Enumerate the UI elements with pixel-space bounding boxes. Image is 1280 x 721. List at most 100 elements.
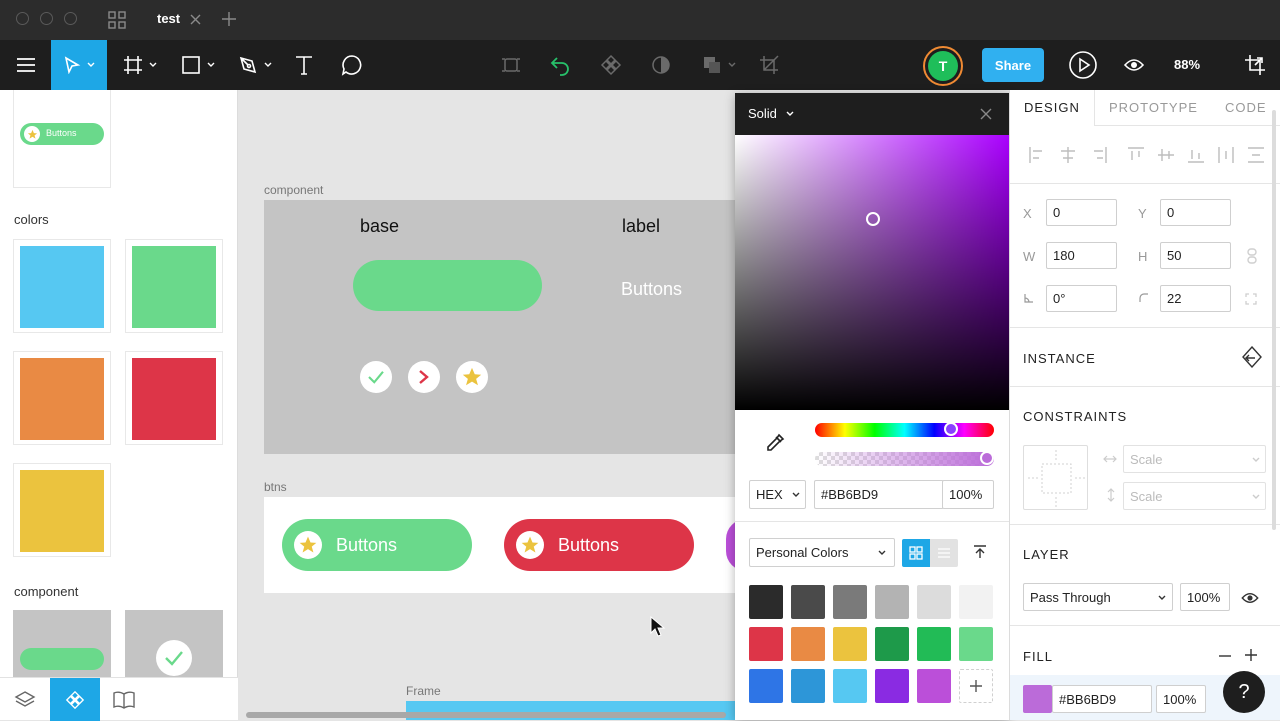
constrain-proportions-icon[interactable] [1247,248,1257,264]
rotation-input[interactable]: 0° [1046,285,1117,312]
add-color-icon[interactable] [959,669,993,703]
palette-swatch[interactable] [833,627,867,661]
palette-swatch[interactable] [959,585,993,619]
assets-tab-icon[interactable] [50,678,100,721]
component-asset-check[interactable] [125,610,223,680]
tab-code[interactable]: CODE [1225,100,1267,115]
palette-swatch[interactable] [749,669,783,703]
frame-label[interactable]: Frame [406,684,441,698]
width-input[interactable]: 180 [1046,242,1117,269]
palette-swatch[interactable] [917,669,951,703]
close-tab-icon[interactable] [190,14,201,25]
color-asset-yellow[interactable] [13,463,111,557]
palette-swatch[interactable] [875,669,909,703]
opacity-input[interactable]: 100% [942,480,994,509]
vertical-constraint-select[interactable]: Scale [1123,482,1266,510]
window-zoom-dot[interactable] [64,12,77,25]
palette-swatch[interactable] [791,585,825,619]
fill-color-swatch[interactable] [1023,685,1052,713]
hue-slider[interactable] [815,422,994,437]
list-view-icon[interactable] [930,539,958,567]
hex-input[interactable]: #BB6BD9 [814,480,944,509]
create-component-icon[interactable] [499,40,523,90]
color-handle[interactable] [866,212,880,226]
pen-tool-icon[interactable] [235,40,275,90]
window-close-dot[interactable] [16,12,29,25]
horizontal-scrollbar[interactable] [246,712,726,718]
present-play-icon[interactable] [1067,40,1099,90]
constraints-widget[interactable] [1023,445,1088,510]
share-button[interactable]: Share [982,48,1044,82]
layer-opacity-input[interactable]: 100% [1180,583,1230,611]
move-tool-button[interactable] [51,40,107,90]
palette-swatch[interactable] [917,585,951,619]
tab-prototype[interactable]: PROTOTYPE [1109,100,1198,115]
x-input[interactable]: 0 [1046,199,1117,226]
panel-scrollbar[interactable] [1272,110,1276,530]
boolean-icon[interactable] [699,40,739,90]
y-input[interactable]: 0 [1160,199,1231,226]
component-frame[interactable]: base label Buttons [264,200,736,454]
btns-frame-label[interactable]: btns [264,480,287,494]
close-icon[interactable] [980,108,992,120]
window-minimize-dot[interactable] [40,12,53,25]
independent-corners-icon[interactable] [1245,293,1257,305]
palette-swatch[interactable] [959,627,993,661]
red-button-instance[interactable]: Buttons [504,519,694,571]
color-asset-blue[interactable] [13,239,111,333]
saturation-value-field[interactable] [735,135,1009,410]
add-fill-icon[interactable] [1245,649,1257,661]
visibility-eye-icon[interactable] [1241,592,1259,604]
preview-eye-icon[interactable] [1122,40,1146,90]
palette-swatch[interactable] [749,627,783,661]
menu-icon[interactable] [14,40,38,90]
chevron-right-icon[interactable] [408,361,440,393]
corner-radius-input[interactable]: 22 [1160,285,1231,312]
hue-handle[interactable] [944,422,958,436]
zoom-level[interactable]: 88% [1174,57,1200,72]
chevron-down-icon[interactable] [786,111,794,117]
rectangle-tool-icon[interactable] [178,40,218,90]
file-tab-name[interactable]: test [157,11,180,26]
palette-swatch[interactable] [875,585,909,619]
component-asset-base[interactable] [13,610,111,680]
mask-icon[interactable] [649,40,673,90]
upload-icon[interactable] [973,545,987,559]
palette-swatch[interactable] [791,627,825,661]
frame-tool-icon[interactable] [120,40,160,90]
palette-swatch[interactable] [875,627,909,661]
user-avatar[interactable]: T [923,46,963,86]
label-text[interactable]: Buttons [621,279,682,300]
library-book-icon[interactable] [113,691,135,709]
fill-opacity-input[interactable]: 100% [1156,685,1206,713]
tab-design[interactable]: DESIGN [1024,100,1080,115]
star-icon[interactable] [456,361,488,393]
green-button-instance[interactable]: Buttons [282,519,472,571]
palette-swatch[interactable] [749,585,783,619]
text-tool-icon[interactable] [292,40,316,90]
opacity-handle[interactable] [980,451,994,465]
grid-view-icon[interactable] [902,539,930,567]
blend-mode-select[interactable]: Pass Through [1023,583,1173,611]
horizontal-constraint-select[interactable]: Scale [1123,445,1266,473]
grid-icon[interactable] [108,11,126,29]
palette-swatch[interactable] [791,669,825,703]
palette-swatch[interactable] [917,627,951,661]
color-format-select[interactable]: HEX [749,480,806,509]
component-icon[interactable] [599,40,623,90]
component-frame-label[interactable]: component [264,183,323,197]
component-thumbnail-button[interactable]: Buttons [13,90,111,188]
palette-swatch[interactable] [833,585,867,619]
new-tab-icon[interactable] [222,12,236,26]
comment-tool-icon[interactable] [340,40,364,90]
fill-mode-select[interactable]: Solid [748,106,777,121]
eyedropper-icon[interactable] [765,433,785,453]
fill-hex-input[interactable]: #BB6BD9 [1052,685,1152,713]
color-library-select[interactable]: Personal Colors [749,538,895,567]
color-asset-red[interactable] [125,351,223,445]
color-asset-orange[interactable] [13,351,111,445]
layers-icon[interactable] [14,690,36,710]
go-to-master-icon[interactable] [1242,346,1262,368]
crop-icon[interactable] [757,40,781,90]
btns-frame[interactable]: Buttons Buttons [264,497,746,593]
